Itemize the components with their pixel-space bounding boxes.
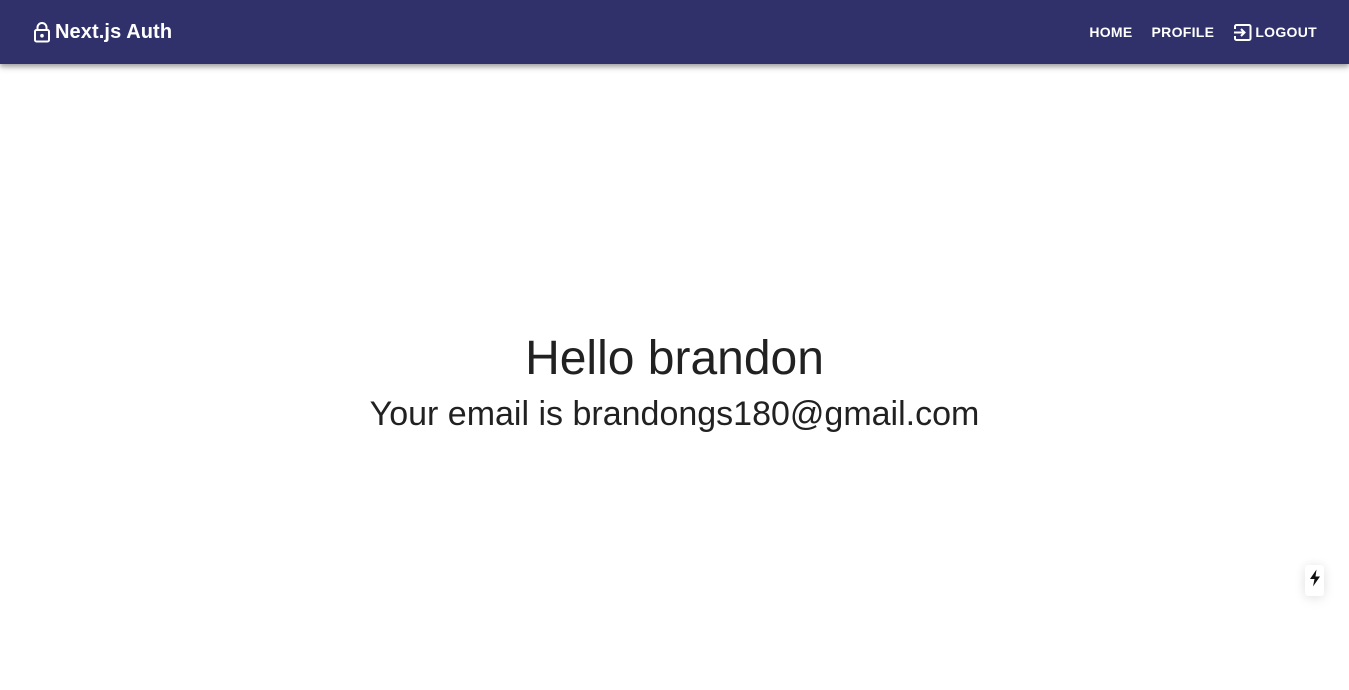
profile-button[interactable]: PROFILE xyxy=(1152,18,1215,46)
email-text: Your email is brandongs180@gmail.com xyxy=(369,394,980,433)
brand-title: Next.js Auth xyxy=(55,20,173,43)
home-button[interactable]: HOME xyxy=(1089,18,1132,46)
brand-link[interactable]: Next.js Auth xyxy=(33,0,172,64)
logout-label: LOGOUT xyxy=(1255,24,1317,40)
lock-open-icon xyxy=(33,21,51,43)
lightning-bolt-icon xyxy=(1309,569,1321,592)
profile-label: PROFILE xyxy=(1151,24,1215,40)
home-label: HOME xyxy=(1089,24,1133,40)
top-nav: HOME PROFILE LOGOUT xyxy=(1070,0,1317,64)
main-content: Hello brandon Your email is brandongs180… xyxy=(0,64,1349,690)
login-arrow-icon xyxy=(1233,23,1252,42)
nextjs-static-indicator[interactable] xyxy=(1305,565,1324,596)
logout-button[interactable]: LOGOUT xyxy=(1233,17,1317,48)
greeting-heading: Hello brandon xyxy=(525,332,824,386)
app-bar: Next.js Auth HOME PROFILE LOGOUT xyxy=(0,0,1349,64)
